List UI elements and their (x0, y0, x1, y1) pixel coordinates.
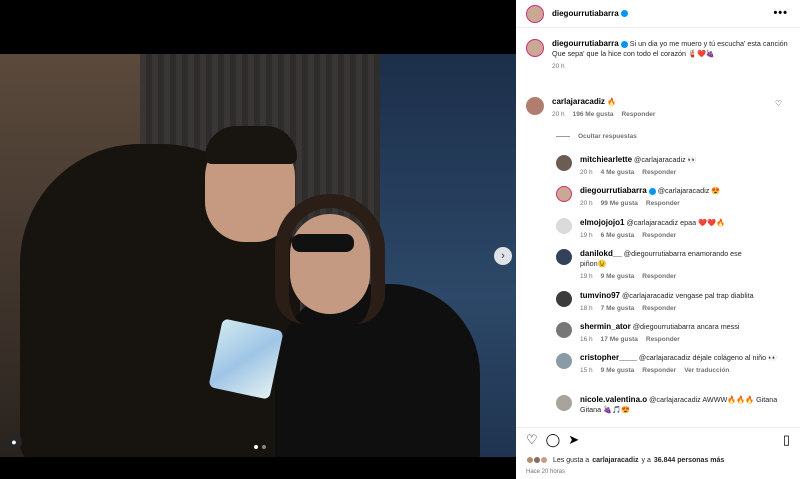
comment: tumvino97 @carlajaracadiz vengase pal tr… (556, 291, 800, 312)
hide-replies-link[interactable]: Ocultar respuestas (556, 133, 637, 140)
post-photo[interactable] (0, 54, 516, 457)
sunglasses (292, 234, 354, 252)
verified-icon (620, 40, 628, 48)
media-panel: ● › (0, 0, 516, 479)
like-comment-icon[interactable]: ♡ (775, 99, 782, 108)
comment: carlajaracadiz 🔥 20 h 196 Me gusta Respond… (526, 97, 788, 118)
post-timestamp: Hace 20 horas (526, 469, 566, 475)
comment: elmojojojo1 @carlajaracadiz epaa ❤️❤️🔥 1… (556, 218, 800, 239)
avatar[interactable] (526, 39, 544, 57)
comments-section: diegourrutiabarra Si un dia yo me muero … (516, 29, 800, 427)
author-username[interactable]: diegourrutiabarra (552, 9, 619, 18)
post-header: diegourrutiabarra ••• (516, 0, 800, 28)
caption: diegourrutiabarra Si un dia yo me muero … (526, 39, 792, 70)
share-icon[interactable]: ➤ (568, 432, 579, 448)
carousel-dots (254, 445, 266, 449)
verified-icon (620, 10, 628, 17)
bookmark-icon[interactable]: ▯ (783, 432, 790, 448)
likes-summary: Les gusta a carlajaracadiz y a 36.844 pe… (526, 456, 724, 464)
avatar[interactable] (526, 97, 544, 115)
comment: danilokd__ @diegourrutiabarra enamorando… (556, 249, 800, 280)
comment: diegourrutiabarra @carlajaracadiz 😍 20 h… (556, 186, 800, 207)
author-avatar[interactable] (526, 4, 544, 23)
comment: shermin_ator @diegourrutiabarra ancara m… (556, 322, 800, 343)
comment: nicole.valentina.o @carlajaracadiz AWWW🔥… (556, 395, 800, 415)
heart-icon[interactable]: ♡ (526, 432, 538, 448)
instagram-post-modal: ● › diegourrutiabarra ••• diegourrutiaba… (0, 0, 800, 479)
user-tag-icon[interactable]: ● (6, 434, 22, 450)
comment-icon[interactable]: ◯ (546, 432, 561, 448)
details-panel: diegourrutiabarra ••• diegourrutiabarra … (516, 0, 800, 479)
comment: cristopher____ @carlajaracadiz déjale co… (556, 353, 800, 374)
more-options-icon[interactable]: ••• (773, 7, 788, 19)
post-actions: ♡ ◯ ➤ ▯ Les gusta a carlajaracadiz y a 3… (516, 427, 800, 479)
comment: mitchiearlette @carlajaracadiz 👀 20 h4 M… (556, 155, 800, 176)
next-image-button[interactable]: › (494, 247, 512, 265)
